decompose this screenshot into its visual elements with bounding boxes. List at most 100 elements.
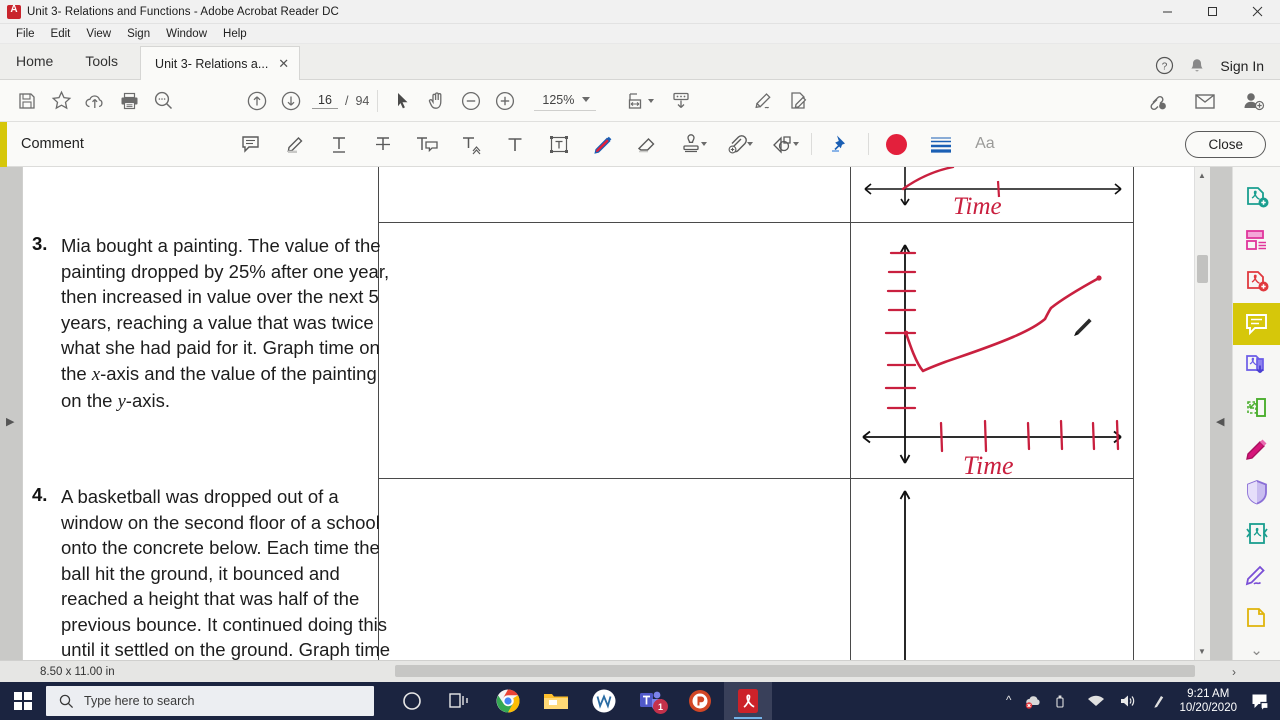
draw-pencil-icon[interactable] (581, 124, 625, 164)
shapes-icon[interactable] (761, 124, 805, 164)
page-number-input[interactable]: 16 (312, 92, 338, 109)
strikethrough-text-icon[interactable] (361, 124, 405, 164)
crop-pages-icon[interactable] (1233, 387, 1280, 429)
menu-help[interactable]: Help (215, 26, 255, 42)
stamp-page-icon[interactable] (1233, 597, 1280, 639)
fill-sign-icon[interactable] (1233, 555, 1280, 597)
zoom-level-dropdown[interactable]: 125% (534, 91, 597, 111)
windows-start-icon[interactable] (0, 682, 46, 720)
menu-view[interactable]: View (78, 26, 119, 42)
scrollbar-thumb[interactable] (1197, 255, 1208, 283)
cloud-upload-icon[interactable] (78, 84, 112, 118)
scroll-right-icon[interactable]: › (1232, 665, 1236, 679)
search-icon[interactable] (146, 84, 180, 118)
microsoft-teams-icon[interactable]: 1 (628, 682, 676, 720)
onedrive-sync-icon[interactable] (1025, 694, 1042, 709)
star-icon[interactable] (44, 84, 78, 118)
expand-left-panel-icon[interactable]: ▶ (6, 415, 14, 428)
scroll-down-icon[interactable]: ▼ (1198, 647, 1206, 656)
pdf-page[interactable]: 3. Mia bought a painting. The value of t… (22, 167, 1194, 660)
line-thickness-icon[interactable] (919, 124, 963, 164)
horizontal-scroll-track[interactable] (146, 665, 1262, 678)
comment-icon[interactable] (1232, 302, 1280, 345)
cursor-select-icon[interactable] (386, 84, 420, 118)
network-icon[interactable] (1087, 694, 1105, 708)
replace-text-icon[interactable] (405, 124, 449, 164)
text-box-icon[interactable] (537, 124, 581, 164)
more-tools-chevron-icon[interactable]: ⌄ (1233, 641, 1280, 660)
color-swatch-button[interactable] (875, 124, 919, 164)
combine-files-icon[interactable] (1233, 345, 1280, 387)
close-comment-button[interactable]: Close (1185, 130, 1266, 158)
fill-and-sign-icon[interactable] (748, 84, 782, 118)
tab-document[interactable]: Unit 3- Relations a... ✕ (140, 46, 301, 80)
print-icon[interactable] (112, 84, 146, 118)
pen-icon[interactable] (1151, 693, 1165, 709)
save-icon[interactable] (10, 84, 44, 118)
taskbar-clock[interactable]: 9:21 AM 10/20/2020 (1179, 687, 1237, 715)
chevron-down-icon (582, 97, 591, 102)
stamp-icon[interactable] (669, 124, 713, 164)
taskbar-search-input[interactable]: Type here to search (46, 686, 374, 716)
collapse-right-panel-icon[interactable]: ◀ (1216, 415, 1224, 428)
text-properties-button[interactable]: Aa (963, 124, 1007, 164)
page-up-icon[interactable] (240, 84, 274, 118)
share-link-icon[interactable] (1140, 84, 1174, 118)
add-person-icon[interactable] (1236, 84, 1270, 118)
w-app-icon[interactable] (580, 682, 628, 720)
tab-tools[interactable]: Tools (69, 43, 134, 79)
zoom-in-icon[interactable] (488, 84, 522, 118)
menu-window[interactable]: Window (158, 26, 215, 42)
edit-pdf-icon[interactable] (782, 84, 816, 118)
protect-shield-icon[interactable] (1233, 471, 1280, 513)
menu-file[interactable]: File (8, 26, 43, 42)
cortana-circle-icon[interactable] (388, 682, 436, 720)
comment-accent-bar (0, 121, 7, 167)
scroll-up-icon[interactable]: ▲ (1198, 171, 1206, 180)
sign-in-button[interactable]: Sign In (1220, 58, 1264, 74)
hand-pan-icon[interactable] (420, 84, 454, 118)
edit-pdf-pen-icon[interactable] (1233, 429, 1280, 471)
create-pdf-icon[interactable] (1233, 177, 1280, 219)
task-view-icon[interactable] (436, 682, 484, 720)
tray-caret-icon[interactable]: ^ (1006, 695, 1011, 707)
acrobat-reader-icon[interactable] (724, 682, 772, 720)
email-icon[interactable] (1188, 84, 1222, 118)
action-center-icon[interactable] (1251, 693, 1270, 710)
notification-bell-icon[interactable] (1188, 57, 1206, 75)
scroll-mode-icon[interactable] (664, 84, 698, 118)
menu-sign[interactable]: Sign (119, 26, 158, 42)
taskbar-apps: 1 (388, 682, 772, 720)
close-icon[interactable]: ✕ (276, 56, 291, 72)
organize-pages-icon[interactable] (1233, 219, 1280, 261)
sticky-note-icon[interactable] (229, 124, 273, 164)
underline-text-icon[interactable] (317, 124, 361, 164)
fit-page-chevron-icon[interactable] (648, 98, 655, 103)
chrome-icon[interactable] (484, 682, 532, 720)
insert-text-icon[interactable] (449, 124, 493, 164)
menu-edit[interactable]: Edit (43, 26, 79, 42)
question-3-line-6: the x-axis and the value of the painting (61, 362, 377, 385)
attach-file-icon[interactable] (715, 124, 759, 164)
page-down-icon[interactable] (274, 84, 308, 118)
horizontal-scroll-thumb[interactable] (394, 665, 1195, 677)
minimize-button[interactable] (1145, 0, 1190, 24)
file-explorer-icon[interactable] (532, 682, 580, 720)
compress-pdf-icon[interactable] (1233, 513, 1280, 555)
eraser-icon[interactable] (625, 124, 669, 164)
highlighter-icon[interactable] (273, 124, 317, 164)
horizontal-scrollbar[interactable]: ‹ › (129, 665, 1280, 679)
volume-icon[interactable] (1119, 694, 1137, 708)
help-circle-icon[interactable]: ? (1155, 56, 1174, 75)
close-window-button[interactable] (1235, 0, 1280, 24)
zoom-out-icon[interactable] (454, 84, 488, 118)
maximize-button[interactable] (1190, 0, 1235, 24)
pushpin-icon[interactable] (818, 124, 862, 164)
question-2-graph-time-label: Time (953, 193, 1002, 220)
tab-home[interactable]: Home (0, 43, 69, 79)
add-text-icon[interactable] (493, 124, 537, 164)
document-vertical-scrollbar[interactable]: ▲ ▼ (1194, 167, 1210, 660)
battery-icon[interactable] (1056, 694, 1073, 708)
export-pdf-icon[interactable] (1233, 261, 1280, 303)
powerpoint-icon[interactable] (676, 682, 724, 720)
